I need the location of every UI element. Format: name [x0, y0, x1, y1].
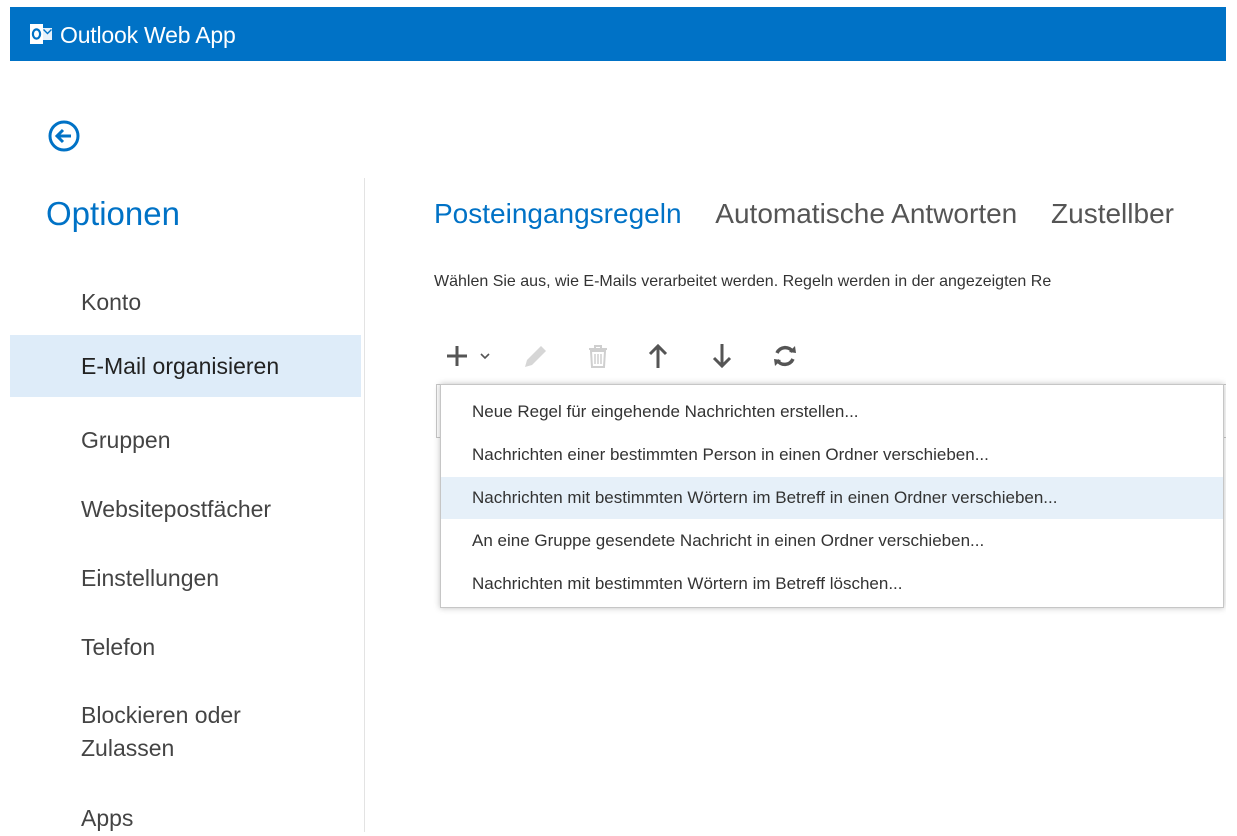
window-edge — [1226, 0, 1237, 832]
sidebar-item-konto[interactable]: Konto — [10, 284, 361, 320]
trash-icon — [589, 345, 607, 368]
sidebar-item-gruppen[interactable]: Gruppen — [10, 422, 361, 458]
back-button[interactable] — [47, 119, 81, 153]
menu-item-new-rule[interactable]: Neue Regel für eingehende Nachrichten er… — [441, 391, 1223, 433]
sidebar-item-label: Gruppen — [81, 427, 171, 453]
tab-zustellberichte[interactable]: Zustellber — [1051, 196, 1174, 232]
sidebar-item-label: E-Mail organisieren — [81, 353, 280, 379]
sidebar-item-websitepostfaecher[interactable]: Websitepostfächer — [10, 491, 361, 527]
sidebar-item-label-line2: Zulassen — [81, 735, 175, 761]
app-header: Outlook Web App — [10, 7, 1226, 61]
move-up-button[interactable] — [642, 340, 674, 372]
rules-description: Wählen Sie aus, wie E-Mails verarbeitet … — [434, 273, 1052, 290]
sidebar-item-label: Blockieren oder — [81, 702, 241, 728]
refresh-button[interactable] — [769, 340, 801, 372]
options-title: Optionen — [46, 195, 180, 232]
sidebar-item-label: Konto — [81, 289, 142, 315]
sidebar-item-label: Websitepostfächer — [81, 496, 272, 522]
sidebar-item-label: Telefon — [81, 634, 156, 660]
app-title: Outlook Web App — [60, 22, 236, 48]
sidebar-item-einstellungen[interactable]: Einstellungen — [10, 560, 361, 596]
sidebar-item-telefon[interactable]: Telefon — [10, 629, 361, 665]
arrow-down-icon — [712, 344, 732, 369]
arrow-up-icon — [648, 343, 668, 368]
pencil-icon — [525, 346, 546, 367]
menu-item-move-from-person[interactable]: Nachrichten einer bestimmten Person in e… — [441, 434, 1223, 476]
sidebar-item-apps[interactable]: Apps — [10, 800, 361, 836]
sidebar-divider — [364, 178, 365, 832]
move-down-button[interactable] — [706, 340, 738, 372]
sidebar-item-label: Einstellungen — [81, 565, 220, 591]
plus-dropdown-icon — [447, 346, 490, 366]
delete-button[interactable] — [582, 340, 614, 372]
refresh-icon — [774, 345, 796, 367]
back-arrow-circle-icon — [48, 120, 80, 152]
sidebar-item-email-organisieren[interactable]: E-Mail organisieren — [10, 335, 361, 397]
sidebar-item-label: Apps — [81, 805, 134, 831]
tab-posteingangsregeln[interactable]: Posteingangsregeln — [434, 196, 682, 232]
menu-item-move-by-subject-words[interactable]: Nachrichten mit bestimmten Wörtern im Be… — [441, 477, 1223, 519]
options-tabs: Posteingangsregeln Automatische Antworte… — [434, 196, 1200, 232]
tab-automatische-antworten[interactable]: Automatische Antworten — [715, 196, 1017, 232]
new-rule-button[interactable] — [444, 340, 498, 372]
new-rule-dropdown-menu: Neue Regel für eingehende Nachrichten er… — [440, 384, 1224, 608]
menu-item-move-group-messages[interactable]: An eine Gruppe gesendete Nachricht in ei… — [441, 520, 1223, 562]
menu-item-delete-by-subject-words[interactable]: Nachrichten mit bestimmten Wörtern im Be… — [441, 563, 1223, 605]
sidebar-item-blockieren-oder-zulassen[interactable]: Blockieren oder Zulassen — [10, 699, 361, 767]
edit-button[interactable] — [520, 340, 552, 372]
outlook-logo-icon — [30, 24, 52, 44]
